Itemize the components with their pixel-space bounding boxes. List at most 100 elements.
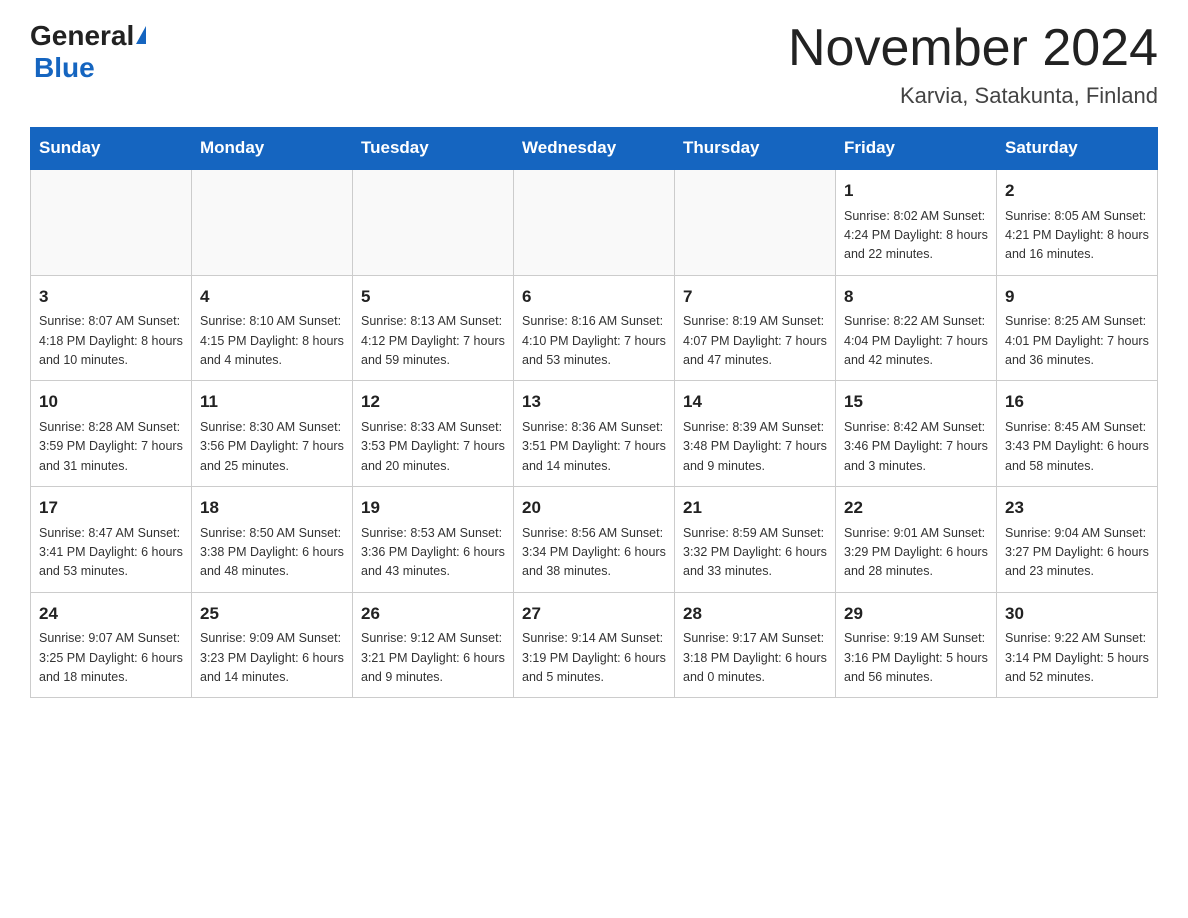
day-number: 7 — [683, 284, 827, 310]
logo-blue-text: Blue — [30, 52, 95, 83]
day-number: 6 — [522, 284, 666, 310]
day-number: 25 — [200, 601, 344, 627]
day-number: 22 — [844, 495, 988, 521]
day-info: Sunrise: 8:19 AM Sunset: 4:07 PM Dayligh… — [683, 312, 827, 370]
calendar-cell: 19 Sunrise: 8:53 AM Sunset: 3:36 PM Dayli… — [353, 487, 514, 593]
day-of-week-header: Wednesday — [514, 128, 675, 170]
day-info: Sunrise: 9:22 AM Sunset: 3:14 PM Dayligh… — [1005, 629, 1149, 687]
calendar-cell: 12 Sunrise: 8:33 AM Sunset: 3:53 PM Dayli… — [353, 381, 514, 487]
calendar-body: 1Sunrise: 8:02 AM Sunset: 4:24 PM Daylig… — [31, 169, 1158, 698]
day-number: 12 — [361, 389, 505, 415]
day-info: Sunrise: 8:10 AM Sunset: 4:15 PM Dayligh… — [200, 312, 344, 370]
calendar-cell: 27Sunrise: 9:14 AM Sunset: 3:19 PM Dayli… — [514, 592, 675, 698]
day-number: 2 — [1005, 178, 1149, 204]
day-info: Sunrise: 8:53 AM Sunset: 3:36 PM Dayligh… — [361, 524, 505, 582]
calendar-cell: 9Sunrise: 8:25 AM Sunset: 4:01 PM Daylig… — [997, 275, 1158, 381]
day-info: Sunrise: 8:30 AM Sunset: 3:56 PM Dayligh… — [200, 418, 344, 476]
week-row: 24Sunrise: 9:07 AM Sunset: 3:25 PM Dayli… — [31, 592, 1158, 698]
day-number: 5 — [361, 284, 505, 310]
calendar-cell: 13 Sunrise: 8:36 AM Sunset: 3:51 PM Dayli… — [514, 381, 675, 487]
day-info: Sunrise: 9:19 AM Sunset: 3:16 PM Dayligh… — [844, 629, 988, 687]
day-info: Sunrise: 8:47 AM Sunset: 3:41 PM Dayligh… — [39, 524, 183, 582]
week-row: 10 Sunrise: 8:28 AM Sunset: 3:59 PM Dayli… — [31, 381, 1158, 487]
calendar-cell: 21 Sunrise: 8:59 AM Sunset: 3:32 PM Dayli… — [675, 487, 836, 593]
day-number: 14 — [683, 389, 827, 415]
day-info: Sunrise: 8:36 AM Sunset: 3:51 PM Dayligh… — [522, 418, 666, 476]
calendar-cell: 11Sunrise: 8:30 AM Sunset: 3:56 PM Dayli… — [192, 381, 353, 487]
calendar-cell: 15 Sunrise: 8:42 AM Sunset: 3:46 PM Dayli… — [836, 381, 997, 487]
calendar-cell: 17 Sunrise: 8:47 AM Sunset: 3:41 PM Dayli… — [31, 487, 192, 593]
calendar-cell — [192, 169, 353, 275]
calendar-cell: 29Sunrise: 9:19 AM Sunset: 3:16 PM Dayli… — [836, 592, 997, 698]
day-number: 8 — [844, 284, 988, 310]
day-info: Sunrise: 8:59 AM Sunset: 3:32 PM Dayligh… — [683, 524, 827, 582]
day-number: 30 — [1005, 601, 1149, 627]
logo-area: General Blue — [30, 20, 146, 84]
day-number: 10 — [39, 389, 183, 415]
day-info: Sunrise: 8:16 AM Sunset: 4:10 PM Dayligh… — [522, 312, 666, 370]
day-number: 28 — [683, 601, 827, 627]
day-number: 26 — [361, 601, 505, 627]
header: General Blue November 2024 Karvia, Satak… — [30, 20, 1158, 109]
day-info: Sunrise: 8:39 AM Sunset: 3:48 PM Dayligh… — [683, 418, 827, 476]
calendar-title: November 2024 — [788, 20, 1158, 77]
day-info: Sunrise: 9:12 AM Sunset: 3:21 PM Dayligh… — [361, 629, 505, 687]
day-number: 15 — [844, 389, 988, 415]
day-number: 17 — [39, 495, 183, 521]
day-number: 29 — [844, 601, 988, 627]
calendar-cell: 10 Sunrise: 8:28 AM Sunset: 3:59 PM Dayli… — [31, 381, 192, 487]
day-number: 19 — [361, 495, 505, 521]
day-info: Sunrise: 9:17 AM Sunset: 3:18 PM Dayligh… — [683, 629, 827, 687]
week-row: 17 Sunrise: 8:47 AM Sunset: 3:41 PM Dayli… — [31, 487, 1158, 593]
calendar-cell: 16 Sunrise: 8:45 AM Sunset: 3:43 PM Dayli… — [997, 381, 1158, 487]
day-of-week-header: Saturday — [997, 128, 1158, 170]
calendar-cell: 5Sunrise: 8:13 AM Sunset: 4:12 PM Daylig… — [353, 275, 514, 381]
calendar-cell: 8Sunrise: 8:22 AM Sunset: 4:04 PM Daylig… — [836, 275, 997, 381]
calendar-cell: 14 Sunrise: 8:39 AM Sunset: 3:48 PM Dayli… — [675, 381, 836, 487]
days-of-week-row: SundayMondayTuesdayWednesdayThursdayFrid… — [31, 128, 1158, 170]
day-number: 13 — [522, 389, 666, 415]
day-number: 21 — [683, 495, 827, 521]
calendar-cell: 22 Sunrise: 9:01 AM Sunset: 3:29 PM Dayli… — [836, 487, 997, 593]
day-info: Sunrise: 9:07 AM Sunset: 3:25 PM Dayligh… — [39, 629, 183, 687]
calendar-subtitle: Karvia, Satakunta, Finland — [788, 83, 1158, 109]
day-info: Sunrise: 9:14 AM Sunset: 3:19 PM Dayligh… — [522, 629, 666, 687]
week-row: 1Sunrise: 8:02 AM Sunset: 4:24 PM Daylig… — [31, 169, 1158, 275]
day-info: Sunrise: 8:42 AM Sunset: 3:46 PM Dayligh… — [844, 418, 988, 476]
day-info: Sunrise: 8:25 AM Sunset: 4:01 PM Dayligh… — [1005, 312, 1149, 370]
day-info: Sunrise: 9:01 AM Sunset: 3:29 PM Dayligh… — [844, 524, 988, 582]
day-info: Sunrise: 8:56 AM Sunset: 3:34 PM Dayligh… — [522, 524, 666, 582]
calendar-cell: 3Sunrise: 8:07 AM Sunset: 4:18 PM Daylig… — [31, 275, 192, 381]
logo-general-text: General — [30, 20, 134, 52]
day-number: 20 — [522, 495, 666, 521]
day-info: Sunrise: 8:13 AM Sunset: 4:12 PM Dayligh… — [361, 312, 505, 370]
calendar-cell: 23 Sunrise: 9:04 AM Sunset: 3:27 PM Dayli… — [997, 487, 1158, 593]
day-number: 1 — [844, 178, 988, 204]
day-of-week-header: Monday — [192, 128, 353, 170]
day-info: Sunrise: 8:28 AM Sunset: 3:59 PM Dayligh… — [39, 418, 183, 476]
day-number: 18 — [200, 495, 344, 521]
calendar-cell: 4Sunrise: 8:10 AM Sunset: 4:15 PM Daylig… — [192, 275, 353, 381]
day-of-week-header: Friday — [836, 128, 997, 170]
calendar-cell: 30Sunrise: 9:22 AM Sunset: 3:14 PM Dayli… — [997, 592, 1158, 698]
calendar-header: SundayMondayTuesdayWednesdayThursdayFrid… — [31, 128, 1158, 170]
day-number: 3 — [39, 284, 183, 310]
day-number: 4 — [200, 284, 344, 310]
calendar-cell: 20 Sunrise: 8:56 AM Sunset: 3:34 PM Dayli… — [514, 487, 675, 593]
day-number: 24 — [39, 601, 183, 627]
logo: General — [30, 20, 146, 52]
week-row: 3Sunrise: 8:07 AM Sunset: 4:18 PM Daylig… — [31, 275, 1158, 381]
day-info: Sunrise: 9:09 AM Sunset: 3:23 PM Dayligh… — [200, 629, 344, 687]
calendar-cell: 25Sunrise: 9:09 AM Sunset: 3:23 PM Dayli… — [192, 592, 353, 698]
day-of-week-header: Thursday — [675, 128, 836, 170]
title-area: November 2024 Karvia, Satakunta, Finland — [788, 20, 1158, 109]
logo-triangle-icon — [136, 26, 146, 44]
day-number: 16 — [1005, 389, 1149, 415]
calendar-table: SundayMondayTuesdayWednesdayThursdayFrid… — [30, 127, 1158, 698]
day-info: Sunrise: 8:07 AM Sunset: 4:18 PM Dayligh… — [39, 312, 183, 370]
day-info: Sunrise: 9:04 AM Sunset: 3:27 PM Dayligh… — [1005, 524, 1149, 582]
day-info: Sunrise: 8:33 AM Sunset: 3:53 PM Dayligh… — [361, 418, 505, 476]
day-number: 27 — [522, 601, 666, 627]
day-number: 23 — [1005, 495, 1149, 521]
day-info: Sunrise: 8:45 AM Sunset: 3:43 PM Dayligh… — [1005, 418, 1149, 476]
